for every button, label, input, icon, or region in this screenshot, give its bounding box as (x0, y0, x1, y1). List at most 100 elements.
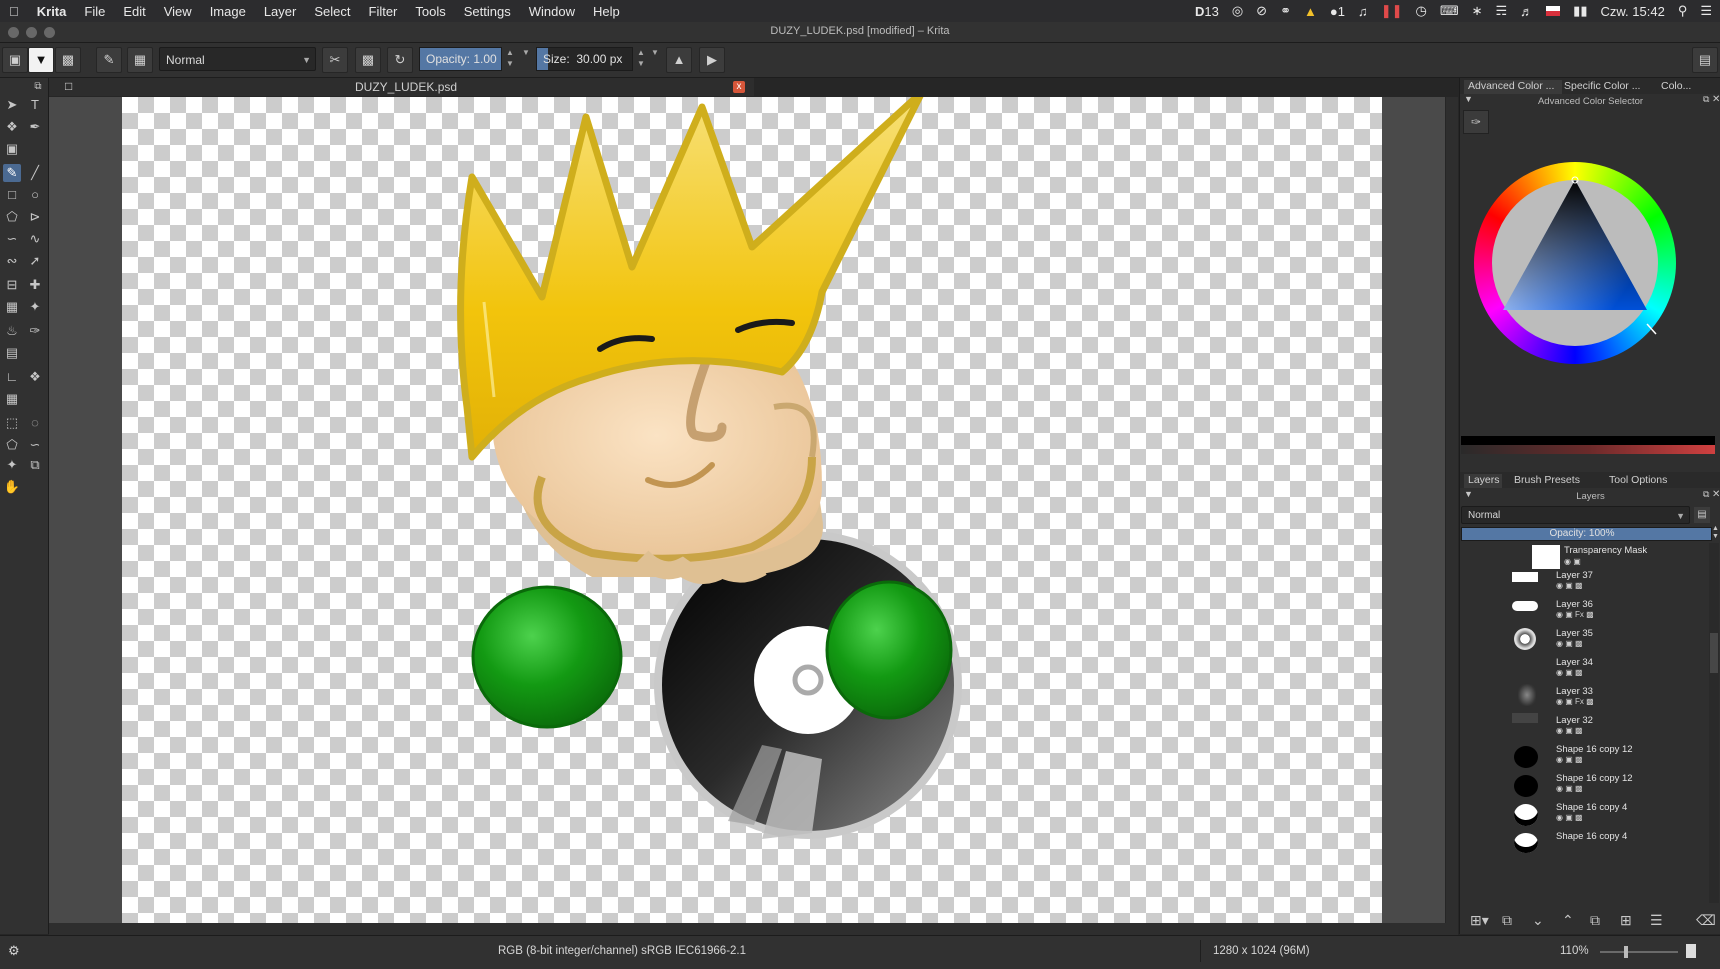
layer-visibility-icons[interactable]: ◉ ▣ ▩ (1556, 668, 1583, 677)
layer-blend-mode-select[interactable]: Normal ▼ (1461, 506, 1690, 524)
warning-icon[interactable]: ▲ (1304, 4, 1317, 19)
magic-wand-icon[interactable]: ✦ (3, 456, 21, 474)
spotlight-search-icon[interactable]: ⚲ (1678, 3, 1688, 19)
headphones-icon[interactable]: ⚭ (1280, 3, 1291, 19)
layer-visibility-icons[interactable]: ◉ ▣ Fx ▩ (1556, 610, 1594, 619)
tab-brush-presets[interactable]: Brush Presets (1514, 474, 1580, 486)
battery-icon[interactable]: ▮▮ (1573, 3, 1587, 19)
text-tool-icon[interactable]: T (26, 96, 44, 114)
perspective-grid-icon[interactable]: ▦ (3, 390, 21, 408)
gradient-tool-icon[interactable]: ▤ (3, 344, 21, 362)
lasso-select-icon[interactable]: ∽ (26, 436, 44, 454)
menu-tools[interactable]: Tools (406, 4, 454, 19)
tab-layers[interactable]: Layers (1464, 474, 1502, 488)
freehand-brush-icon[interactable]: ✎ (3, 164, 21, 182)
opacity-dropdown-icon[interactable]: ▼ (519, 47, 533, 71)
close-tab-icon[interactable]: x (733, 81, 745, 93)
layer-visibility-icons[interactable]: ◉ ▣ ▩ (1556, 639, 1583, 648)
wifi-icon[interactable]: ☴ (1496, 3, 1508, 19)
add-layer-icon[interactable]: ⊞▾ (1470, 912, 1489, 929)
dynamic-brush-icon[interactable]: ∾ (3, 252, 21, 270)
d-status-item[interactable]: D13 (1195, 4, 1219, 19)
zoom-slider[interactable] (1600, 946, 1678, 958)
tab-advanced-color[interactable]: Advanced Color ... (1464, 80, 1562, 94)
duplicate-layer-icon[interactable]: ⧉ (1502, 912, 1512, 929)
menu-settings[interactable]: Settings (455, 4, 520, 19)
move-layer-down-icon[interactable]: ⌄ (1532, 912, 1544, 929)
measure-tool-icon[interactable]: ∟ (3, 368, 21, 386)
canvas[interactable] (122, 88, 1382, 923)
pan-tool-icon[interactable]: ✋ (3, 478, 21, 496)
polygon-select-icon[interactable]: ⬠ (3, 436, 21, 454)
transform-tool-icon[interactable]: ▦ (3, 298, 21, 316)
color-picker-icon[interactable]: ✑ (26, 322, 44, 340)
mirror-vertical-icon[interactable]: ▶ (699, 47, 725, 73)
bezier-tool-icon[interactable]: ∽ (3, 230, 21, 248)
layer-row[interactable]: Layer 36 ◉ ▣ Fx ▩ (1460, 597, 1700, 627)
menu-file[interactable]: File (75, 4, 114, 19)
layer-visibility-icons[interactable]: ◉ ▣ Fx ▩ (1556, 697, 1594, 706)
layers-close-icon[interactable]: ✕ (1712, 489, 1720, 500)
layer-row[interactable]: Layer 32 ◉ ▣ ▩ (1460, 713, 1700, 743)
properties-icon[interactable]: ⧉ (1590, 912, 1600, 929)
layer-row[interactable]: Shape 16 copy 12 ◉ ▣ ▩ (1460, 742, 1700, 772)
size-slider[interactable]: Size: 30.00 px (536, 47, 633, 71)
brush-preview-icon[interactable]: ▼ (28, 47, 54, 73)
menu-edit[interactable]: Edit (114, 4, 154, 19)
document-tab[interactable]: □ DUZY_LUDEK.psd x (49, 78, 754, 96)
tab-specific-color[interactable]: Specific Color ... (1564, 80, 1640, 92)
time-machine-icon[interactable]: ◷ (1416, 3, 1427, 19)
opacity-slider[interactable]: Opacity: 1.00 (419, 47, 502, 71)
merge-down-icon[interactable]: ⊞ (1620, 912, 1632, 929)
foreground-color-swatch[interactable] (1461, 436, 1715, 445)
layers-collapse-icon[interactable]: ▼ (1464, 489, 1473, 499)
canvas-horizontal-scrollbar[interactable] (49, 923, 1458, 935)
apple-menu-icon[interactable]:  (0, 4, 28, 19)
canvas-only-toggle-icon[interactable] (1686, 944, 1696, 958)
app-menu[interactable]: Krita (28, 4, 76, 19)
assistant-tool-icon[interactable]: ❖ (26, 368, 44, 386)
menu-help[interactable]: Help (584, 4, 629, 19)
calligraphy-icon[interactable]: ✒ (26, 118, 44, 136)
polyline-tool-icon[interactable]: ⊳ (26, 208, 44, 226)
saturation-value-triangle[interactable] (1474, 162, 1676, 364)
layer-row[interactable]: Layer 33 ◉ ▣ Fx ▩ (1460, 684, 1700, 714)
crop-tool-icon[interactable]: ⊟ (3, 276, 21, 294)
move-tool-icon[interactable]: ✚ (26, 276, 44, 294)
bell-icon[interactable]: ♫ (1358, 4, 1368, 19)
menu-window[interactable]: Window (520, 4, 584, 19)
layer-visibility-icons[interactable]: ◉ ▣ ▩ (1556, 813, 1583, 822)
layer-visibility-icons[interactable]: ◉ ▣ ▩ (1556, 726, 1583, 735)
multibrush-icon[interactable]: ➚ (26, 252, 44, 270)
tab-tool-options[interactable]: Tool Options (1609, 474, 1667, 486)
layer-list-scrollbar[interactable] (1709, 543, 1719, 903)
grid-icon[interactable]: ▦ (127, 47, 153, 73)
rectangle-tool-icon[interactable]: □ (3, 186, 21, 204)
freehand-path-icon[interactable]: ∿ (26, 230, 44, 248)
creative-cloud-icon[interactable]: ◎ (1232, 3, 1243, 19)
edit-shapes-icon[interactable]: ❖ (3, 118, 21, 136)
layer-options-icon[interactable]: ☰ (1650, 912, 1663, 929)
layer-row[interactable]: Layer 35 ◉ ▣ ▩ (1460, 626, 1700, 656)
similar-select-icon[interactable]: ⧉ (26, 456, 44, 474)
eyedropper-icon[interactable]: ✑ (1463, 110, 1489, 134)
size-dropdown-icon[interactable]: ▼ (648, 47, 662, 71)
layer-row[interactable]: Shape 16 copy 4 (1460, 829, 1700, 859)
select-shapes-icon[interactable]: ➤ (3, 96, 21, 114)
smart-patch-icon[interactable]: ✦ (26, 298, 44, 316)
polygon-tool-icon[interactable]: ⬠ (3, 208, 21, 226)
status-brush-icon[interactable]: ⚙ (8, 940, 20, 962)
collapse-arrow-icon[interactable]: ▼ (1464, 94, 1473, 104)
rect-select-icon[interactable]: ⬚ (3, 414, 21, 432)
pause-icon[interactable]: ❚❚ (1381, 3, 1403, 19)
brush-presets-icon[interactable]: ✎ (96, 47, 122, 73)
ellipse-tool-icon[interactable]: ○ (26, 186, 44, 204)
menu-layer[interactable]: Layer (255, 4, 306, 19)
keyboard-icon[interactable]: ⌨ (1440, 3, 1459, 19)
menu-select[interactable]: Select (305, 4, 359, 19)
menu-view[interactable]: View (155, 4, 201, 19)
tab-color-third[interactable]: Colo... (1661, 80, 1691, 92)
mirror-horizontal-icon[interactable]: ▲ (666, 47, 692, 73)
layer-visibility-icons[interactable]: ◉ ▣ (1564, 557, 1581, 566)
volume-icon[interactable]: ♬ (1520, 4, 1533, 19)
